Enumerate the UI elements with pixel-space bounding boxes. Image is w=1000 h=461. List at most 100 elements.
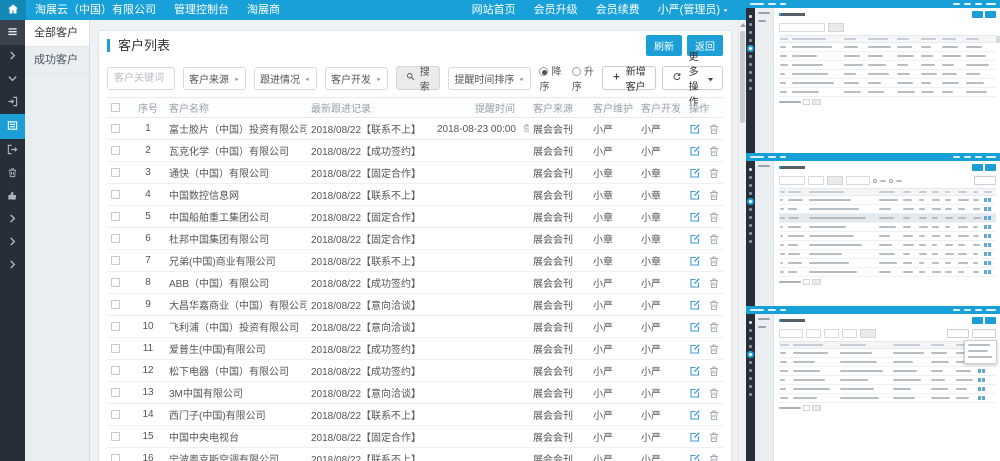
cell-keeper: 小严 (589, 272, 637, 294)
rail-item[interactable] (0, 185, 25, 208)
row-checkbox[interactable] (111, 344, 120, 353)
cell-developer: 小章 (637, 206, 685, 228)
edit-icon[interactable] (689, 189, 701, 201)
home-icon (7, 3, 19, 18)
cell-source: 展会会刊 (529, 360, 589, 382)
more-actions-button[interactable]: 更多操作 (662, 66, 723, 90)
scrollbar-up-icon[interactable] (739, 20, 746, 29)
content-scrollbar[interactable] (738, 20, 746, 461)
topbar-left-items: 淘展云（中国）有限公司管理控制台淘展商 (26, 0, 289, 20)
row-checkbox[interactable] (111, 124, 120, 133)
cell-index: 9 (131, 294, 165, 316)
topbar-item[interactable]: 淘展商 (238, 0, 289, 20)
refresh-icon (672, 72, 681, 84)
select-all-checkbox[interactable] (111, 103, 120, 112)
rail-item[interactable] (0, 139, 25, 162)
rail-item[interactable] (0, 208, 25, 231)
scrollbar-thumb[interactable] (740, 31, 745, 123)
rail-item[interactable] (0, 68, 25, 91)
delete-icon[interactable] (708, 167, 720, 179)
delete-icon[interactable] (708, 365, 720, 377)
row-checkbox[interactable] (111, 190, 120, 199)
row-checkbox[interactable] (111, 388, 120, 397)
develop-select[interactable]: 客户开发 (325, 67, 388, 90)
topbar-item[interactable]: 会员升级 (525, 0, 587, 20)
row-checkbox[interactable] (111, 410, 120, 419)
keyword-input[interactable] (107, 67, 175, 90)
rail-item[interactable] (0, 45, 25, 68)
topbar-item[interactable]: 会员续费 (587, 0, 649, 20)
remind-sort-select[interactable]: 提醒时间排序 (448, 67, 531, 90)
cell-customer-name: 西门子(中国)有限公司 (165, 404, 307, 426)
edit-icon[interactable] (689, 409, 701, 421)
sidebar-item-all-customers[interactable]: 全部客户 (25, 20, 89, 47)
mini-screenshot-1[interactable] (746, 0, 1000, 153)
sidebar-item-success-customers[interactable]: 成功客户 (25, 47, 89, 74)
sort-asc-radio[interactable]: 升序 (572, 63, 594, 93)
edit-icon[interactable] (689, 123, 701, 135)
edit-icon[interactable] (689, 211, 701, 223)
topbar-item[interactable]: 网站首页 (463, 0, 525, 20)
add-customer-button[interactable]: 新增客户 (602, 66, 656, 90)
edit-icon[interactable] (689, 255, 701, 267)
edit-icon[interactable] (689, 299, 701, 311)
cell-customer-name: 富士胶片（中国）投资有限公司 (165, 118, 307, 140)
delete-icon[interactable] (708, 233, 720, 245)
home-button[interactable] (0, 0, 26, 20)
topbar-item[interactable]: 淘展云（中国）有限公司 (26, 0, 165, 20)
delete-icon[interactable] (708, 123, 720, 135)
row-checkbox[interactable] (111, 322, 120, 331)
delete-icon[interactable] (708, 211, 720, 223)
rail-item[interactable] (0, 231, 25, 254)
mini-sidebar (755, 314, 774, 461)
delete-icon[interactable] (708, 409, 720, 421)
edit-icon[interactable] (689, 321, 701, 333)
refresh-button[interactable]: 刷新 (646, 35, 682, 56)
delete-icon[interactable] (708, 453, 720, 461)
row-checkbox[interactable] (111, 234, 120, 243)
row-checkbox[interactable] (111, 146, 120, 155)
row-checkbox[interactable] (111, 212, 120, 221)
row-checkbox[interactable] (111, 300, 120, 309)
delete-icon[interactable] (708, 343, 720, 355)
delete-icon[interactable] (708, 255, 720, 267)
delete-icon[interactable] (708, 277, 720, 289)
delete-icon[interactable] (708, 145, 720, 157)
rail-item[interactable] (0, 254, 25, 277)
mini-screenshot-2[interactable] (746, 153, 1000, 306)
row-checkbox[interactable] (111, 256, 120, 265)
edit-icon[interactable] (689, 453, 701, 461)
cell-customer-name: 大昌华嘉商业（中国）有限公司 (165, 294, 307, 316)
edit-icon[interactable] (689, 387, 701, 399)
edit-icon[interactable] (689, 145, 701, 157)
remind-delete-icon[interactable] (522, 123, 529, 133)
row-checkbox[interactable] (111, 168, 120, 177)
edit-icon[interactable] (689, 365, 701, 377)
user-menu[interactable]: 小严(管理员) (649, 0, 738, 20)
search-button[interactable]: 搜索 (396, 66, 440, 90)
delete-icon[interactable] (708, 321, 720, 333)
rail-item[interactable] (0, 114, 25, 139)
row-checkbox[interactable] (111, 366, 120, 375)
rail-item[interactable] (0, 20, 25, 45)
row-checkbox[interactable] (111, 432, 120, 441)
delete-icon[interactable] (708, 299, 720, 311)
follow-status-select[interactable]: 跟进情况 (254, 67, 317, 90)
delete-icon[interactable] (708, 189, 720, 201)
edit-icon[interactable] (689, 277, 701, 289)
edit-icon[interactable] (689, 431, 701, 443)
delete-icon[interactable] (708, 431, 720, 443)
delete-icon[interactable] (708, 387, 720, 399)
rail-item[interactable] (0, 91, 25, 114)
topbar-item[interactable]: 管理控制台 (165, 0, 238, 20)
row-checkbox[interactable] (111, 278, 120, 287)
sort-desc-radio[interactable]: 降序 (539, 63, 561, 93)
edit-icon[interactable] (689, 167, 701, 179)
edit-icon[interactable] (689, 343, 701, 355)
edit-icon[interactable] (689, 233, 701, 245)
rail-item[interactable] (0, 162, 25, 185)
mini-screenshot-3[interactable] (746, 306, 1000, 461)
caret-down-icon (722, 1, 729, 8)
source-select[interactable]: 客户来源 (183, 67, 246, 90)
row-checkbox[interactable] (111, 454, 120, 461)
